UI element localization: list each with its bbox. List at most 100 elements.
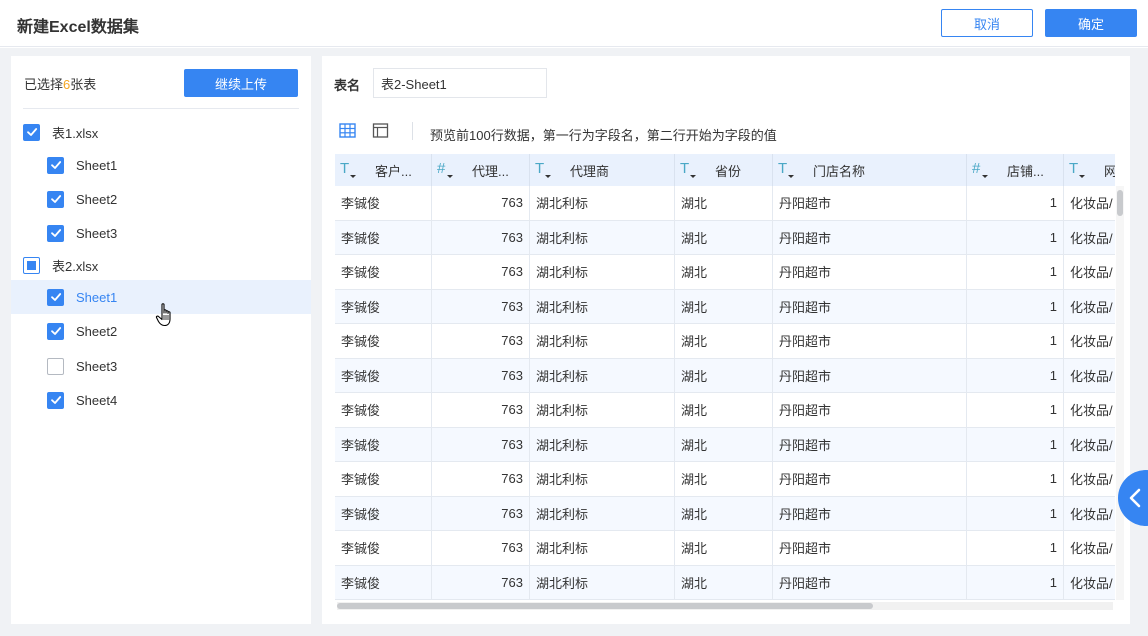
tree-item-label: Sheet1 xyxy=(76,157,118,173)
table-cell: 丹阳超市 xyxy=(773,358,967,392)
table-row: 李铖俊 763 湖北利标 湖北 丹阳超市 1 化妆品/ xyxy=(335,220,1115,255)
table-name-input[interactable] xyxy=(373,68,547,98)
checkbox[interactable] xyxy=(47,288,64,306)
partial-checkbox[interactable] xyxy=(23,256,40,274)
tree-file-item[interactable]: 表1.xlsx xyxy=(11,115,311,149)
column-header-label: 代理... xyxy=(472,163,509,179)
table-cell: 李铖俊 xyxy=(335,393,432,427)
table-cell: 化妆品/ xyxy=(1064,462,1115,496)
page-title: 新建Excel数据集 xyxy=(17,19,139,36)
vertical-scrollbar[interactable] xyxy=(1116,186,1124,600)
table-cell: 1 xyxy=(967,427,1064,461)
table-cell: 763 xyxy=(432,462,530,496)
checkbox[interactable] xyxy=(47,391,64,409)
divider xyxy=(23,108,299,109)
column-header[interactable]: T 门店名称 xyxy=(773,154,967,186)
table-cell: 李铖俊 xyxy=(335,324,432,358)
table-cell: 湖北 xyxy=(675,324,773,358)
confirm-button[interactable]: 确定 xyxy=(1045,9,1137,37)
selected-prefix: 已选择 xyxy=(24,77,64,92)
column-header[interactable]: T 省份 xyxy=(675,154,773,186)
text-type-icon[interactable]: T xyxy=(679,160,697,180)
table-cell: 1 xyxy=(967,220,1064,254)
table-cell: 1 xyxy=(967,289,1064,323)
table-row: 李铖俊 763 湖北利标 湖北 丹阳超市 1 化妆品/ xyxy=(335,324,1115,359)
text-type-icon[interactable]: T xyxy=(534,160,552,180)
checkbox[interactable] xyxy=(47,190,64,208)
table-cell: 化妆品/ xyxy=(1064,497,1115,531)
table-cell: 湖北利标 xyxy=(530,186,675,220)
table-cell: 李铖俊 xyxy=(335,427,432,461)
table-cell: 1 xyxy=(967,324,1064,358)
table-cell: 湖北利标 xyxy=(530,289,675,323)
tree-sheet-item[interactable]: Sheet4 xyxy=(11,383,311,417)
checkbox[interactable] xyxy=(47,357,64,375)
table-row: 李铖俊 763 湖北利标 湖北 丹阳超市 1 化妆品/ xyxy=(335,427,1115,462)
checkbox[interactable] xyxy=(47,224,64,242)
table-cell: 1 xyxy=(967,255,1064,289)
toolbar-separator xyxy=(412,122,413,140)
hand-pointer-icon xyxy=(155,303,171,327)
table-cell: 李铖俊 xyxy=(335,289,432,323)
table-cell: 丹阳超市 xyxy=(773,427,967,461)
table-cell: 湖北利标 xyxy=(530,565,675,599)
table-cell: 丹阳超市 xyxy=(773,220,967,254)
table-cell: 763 xyxy=(432,565,530,599)
table-cell: 763 xyxy=(432,427,530,461)
tree-file-item[interactable]: 表2.xlsx xyxy=(11,248,311,282)
svg-text:#: # xyxy=(437,160,446,177)
text-type-icon[interactable]: T xyxy=(777,160,795,180)
column-header[interactable]: T 代理商 xyxy=(530,154,675,186)
continue-upload-button[interactable]: 继续上传 xyxy=(184,69,298,97)
table-row: 李铖俊 763 湖北利标 湖北 丹阳超市 1 化妆品/ xyxy=(335,289,1115,324)
layout-panel-icon[interactable] xyxy=(372,122,389,139)
number-type-icon[interactable]: # xyxy=(436,160,454,180)
table-cell: 1 xyxy=(967,565,1064,599)
table-cell: 763 xyxy=(432,255,530,289)
number-type-icon[interactable]: # xyxy=(971,160,989,180)
vertical-scrollbar-thumb[interactable] xyxy=(1117,190,1123,216)
column-header[interactable]: # 店铺... xyxy=(967,154,1064,186)
table-cell: 763 xyxy=(432,393,530,427)
tree-sheet-item[interactable]: Sheet1 xyxy=(11,148,311,182)
text-type-icon[interactable]: T xyxy=(339,160,357,180)
table-cell: 李铖俊 xyxy=(335,565,432,599)
table-cell: 化妆品/ xyxy=(1064,255,1115,289)
cancel-button[interactable]: 取消 xyxy=(941,9,1033,37)
table-cell: 化妆品/ xyxy=(1064,531,1115,565)
column-header-label: 代理商 xyxy=(570,163,610,179)
table-cell: 李铖俊 xyxy=(335,496,432,530)
table-cell: 湖北 xyxy=(675,358,773,392)
table-body: 李铖俊 763 湖北利标 湖北 丹阳超市 1 化妆品/李铖俊 763 湖北利标 湖北 丹阳超市 1 化妆… xyxy=(335,186,1115,600)
table-cell: 湖北 xyxy=(675,496,773,530)
table-cell: 湖北 xyxy=(675,565,773,599)
column-header[interactable]: T 客户... xyxy=(335,154,432,186)
table-cell: 丹阳超市 xyxy=(773,393,967,427)
table-cell: 763 xyxy=(432,289,530,323)
horizontal-scrollbar-thumb[interactable] xyxy=(337,603,873,609)
checkbox[interactable] xyxy=(47,322,64,340)
selected-count-text: 已选择6张表 xyxy=(24,74,96,93)
checkbox[interactable] xyxy=(23,123,40,141)
tree-sheet-item[interactable]: Sheet2 xyxy=(11,182,311,216)
table-cell: 湖北利标 xyxy=(530,531,675,565)
table-grid-icon[interactable] xyxy=(339,122,356,139)
horizontal-scrollbar[interactable] xyxy=(337,602,1113,610)
table-cell: 化妆品/ xyxy=(1064,428,1115,462)
checkbox[interactable] xyxy=(47,156,64,174)
column-header[interactable]: # 代理... xyxy=(432,154,530,186)
table-cell: 1 xyxy=(967,462,1064,496)
tree-item-label: Sheet3 xyxy=(76,358,118,374)
tree-sheet-item[interactable]: Sheet3 xyxy=(11,349,311,383)
tree-sheet-item[interactable]: Sheet3 xyxy=(11,216,311,250)
table-cell: 李铖俊 xyxy=(335,358,432,392)
column-header-label: 店铺... xyxy=(1007,163,1044,179)
table-cell: 湖北利标 xyxy=(530,220,675,254)
table-row: 李铖俊 763 湖北利标 湖北 丹阳超市 1 化妆品/ xyxy=(335,565,1115,600)
table-cell: 李铖俊 xyxy=(335,462,432,496)
table-cell: 湖北 xyxy=(675,427,773,461)
table-cell: 763 xyxy=(432,496,530,530)
table-cell: 化妆品/ xyxy=(1064,566,1115,600)
text-type-icon[interactable]: T xyxy=(1068,160,1086,180)
column-header[interactable]: T网 xyxy=(1064,154,1115,186)
